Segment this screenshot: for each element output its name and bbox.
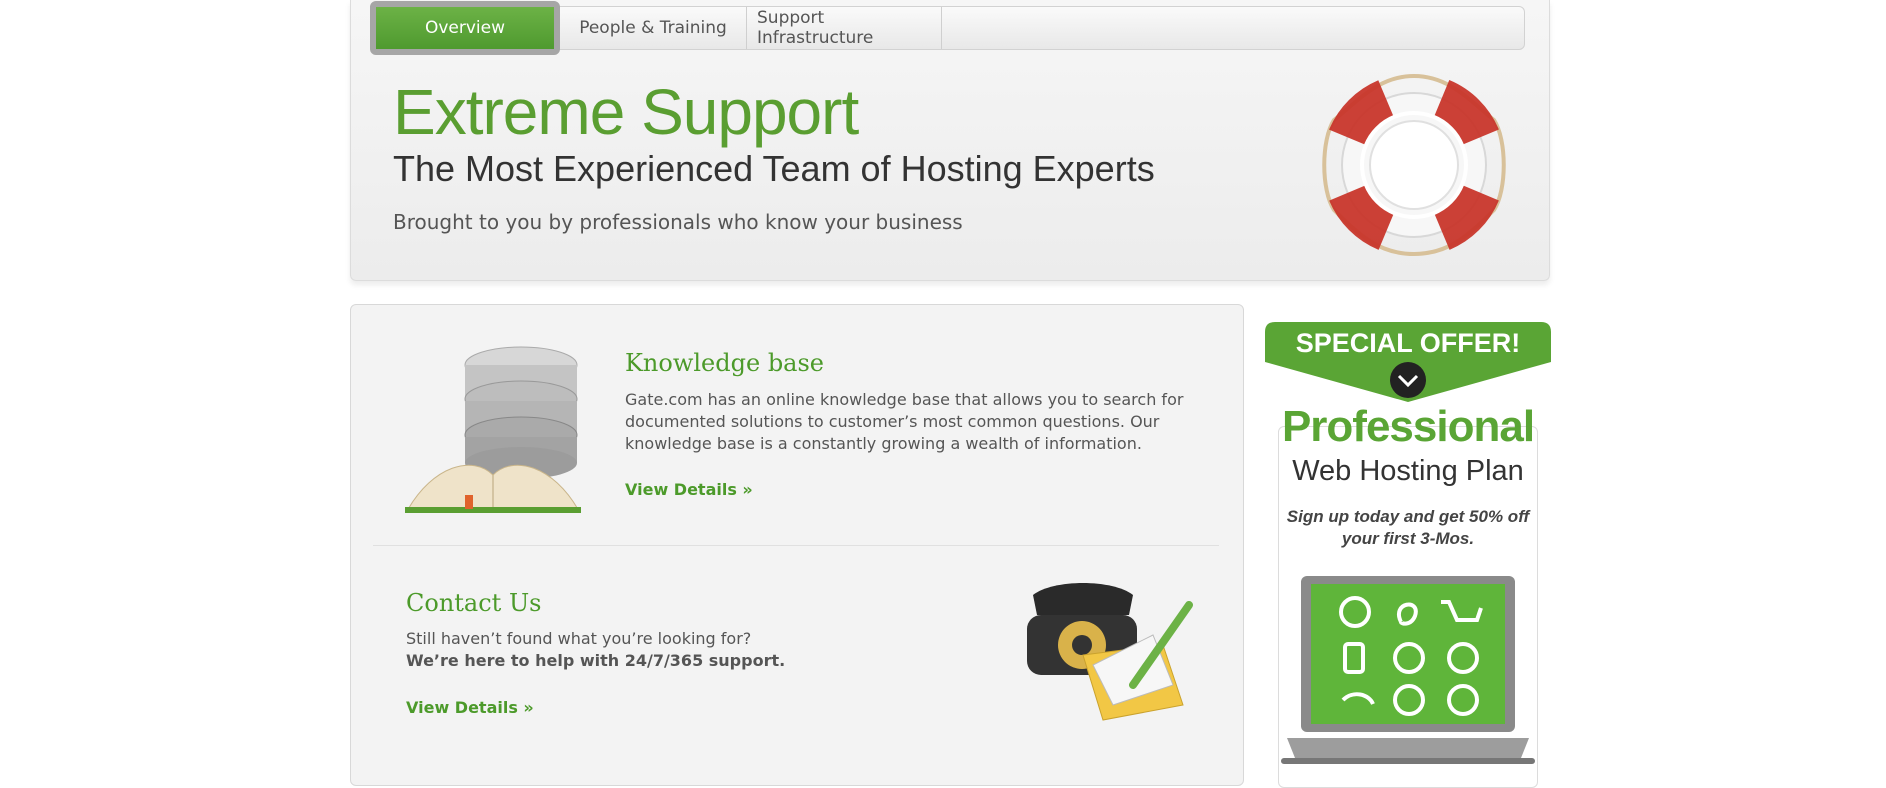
knowledge-base-title: Knowledge base <box>625 349 825 377</box>
support-page: Overview People & Training Support Infra… <box>350 0 1551 788</box>
lifebuoy-icon <box>1322 72 1506 257</box>
contact-us-line2: We’re here to help with 24/7/365 support… <box>406 651 786 670</box>
special-offer-label: SPECIAL OFFER! <box>1295 328 1521 358</box>
special-offer-panel[interactable]: SPECIAL OFFER! Professional Web Hosting … <box>1265 322 1551 788</box>
offer-promo-text: Sign up today and get 50% off your first… <box>1286 507 1530 548</box>
support-card: Knowledge base Gate.com has an online kn… <box>350 304 1244 786</box>
offer-headline: Professional <box>1281 402 1535 451</box>
database-book-icon <box>405 346 581 513</box>
knowledge-base-view-details-link[interactable]: View Details » <box>625 480 753 499</box>
offer-plan-name: Web Hosting Plan <box>1292 455 1524 487</box>
tab-support-infrastructure[interactable]: Support Infrastructure <box>747 7 942 49</box>
phone-envelope-icon <box>1027 583 1193 721</box>
tab-overview[interactable]: Overview <box>370 1 560 55</box>
hero-panel: Overview People & Training Support Infra… <box>350 0 1550 281</box>
hero-tagline: Brought to you by professionals who know… <box>393 210 963 234</box>
tab-people-training[interactable]: People & Training <box>560 7 747 49</box>
section-divider <box>373 545 1219 546</box>
hero-subtitle: The Most Experienced Team of Hosting Exp… <box>393 148 1155 189</box>
tab-bar: Overview People & Training Support Infra… <box>370 1 1525 55</box>
contact-us-line1: Still haven’t found what you’re looking … <box>406 629 752 648</box>
contact-us-view-details-link[interactable]: View Details » <box>406 698 534 717</box>
knowledge-base-text: Gate.com has an online knowledge base th… <box>625 390 1184 453</box>
contact-us-title: Contact Us <box>406 589 542 617</box>
hero-title: Extreme Support <box>393 76 859 148</box>
laptop-icon <box>1281 576 1535 764</box>
